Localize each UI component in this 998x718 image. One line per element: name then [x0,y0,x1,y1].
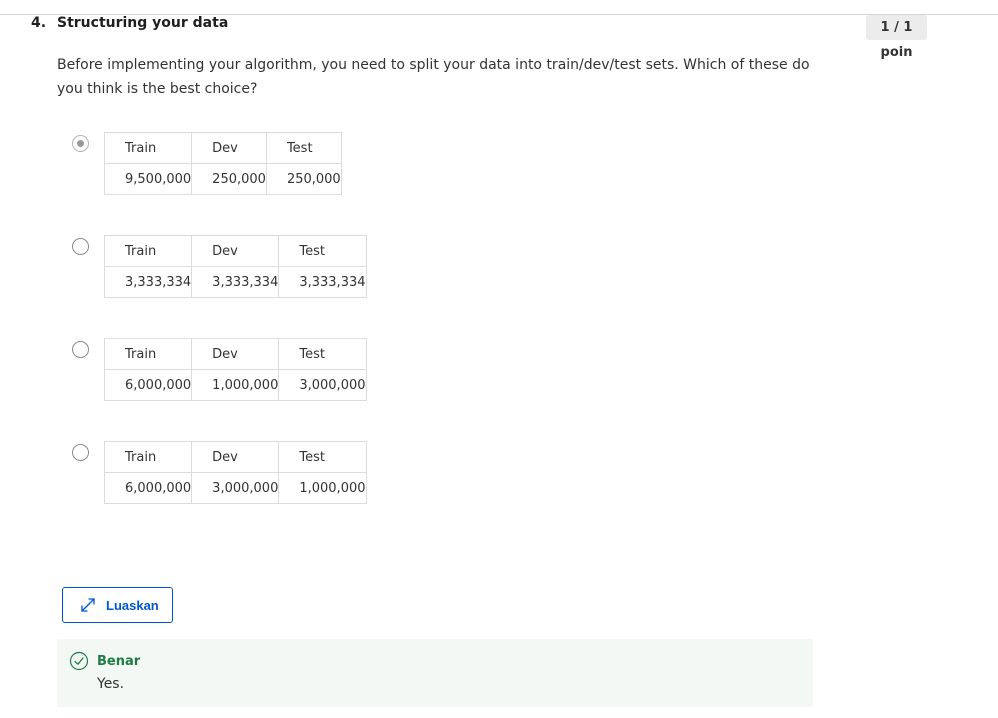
feedback-status: Benar [97,654,141,669]
header-dev: Dev [191,441,280,473]
value-dev: 1,000,000 [191,369,280,401]
question-number: 4. [31,15,47,31]
header-test: Test [278,338,367,370]
table-header-row: Train Dev Test [103,441,367,473]
option-4-table: Train Dev Test 6,000,000 3,000,000 1,000… [103,441,367,504]
header-dev: Dev [191,338,280,370]
value-test: 3,333,334 [278,266,367,298]
table-value-row: 6,000,000 1,000,000 3,000,000 [103,369,367,401]
value-train: 3,333,334 [103,266,193,298]
value-train: 6,000,000 [103,472,193,504]
value-dev: 3,333,334 [191,266,280,298]
header-train: Train [103,441,193,473]
header-train: Train [103,235,193,267]
header-test: Test [265,132,342,164]
option-3-radio[interactable] [72,341,89,358]
header-dev: Dev [191,235,280,267]
feedback-panel: Benar Yes. [57,639,813,707]
option-4-radio[interactable] [72,444,89,461]
option-1-radio[interactable] [72,135,89,152]
value-dev: 3,000,000 [191,472,280,504]
value-test: 1,000,000 [278,472,367,504]
table-header-row: Train Dev Test [103,338,367,370]
expand-button[interactable]: Luaskan [62,587,173,623]
value-test: 3,000,000 [278,369,367,401]
table-value-row: 9,500,000 250,000 250,000 [103,163,342,195]
header-test: Test [278,441,367,473]
header-train: Train [103,132,193,164]
check-circle-icon [69,651,89,671]
value-test: 250,000 [265,163,342,195]
header-train: Train [103,338,193,370]
expand-icon [81,598,95,612]
points-badge: 1 / 1 poin [866,15,927,60]
table-header-row: Train Dev Test [103,235,367,267]
option-1-table: Train Dev Test 9,500,000 250,000 250,000 [103,132,342,195]
value-train: 6,000,000 [103,369,193,401]
table-value-row: 6,000,000 3,000,000 1,000,000 [103,472,367,504]
value-train: 9,500,000 [103,163,193,195]
header-dev: Dev [191,132,267,164]
header-test: Test [278,235,367,267]
value-dev: 250,000 [191,163,267,195]
option-2-table: Train Dev Test 3,333,334 3,333,334 3,333… [103,235,367,298]
question-prompt: Before implementing your algorithm, you … [57,57,810,97]
feedback-text: Yes. [97,676,125,692]
table-header-row: Train Dev Test [103,132,342,164]
option-2-radio[interactable] [72,238,89,255]
table-value-row: 3,333,334 3,333,334 3,333,334 [103,266,367,298]
expand-button-label: Luaskan [106,598,159,613]
question-title: Structuring your data [57,15,229,31]
option-3-table: Train Dev Test 6,000,000 1,000,000 3,000… [103,338,367,401]
